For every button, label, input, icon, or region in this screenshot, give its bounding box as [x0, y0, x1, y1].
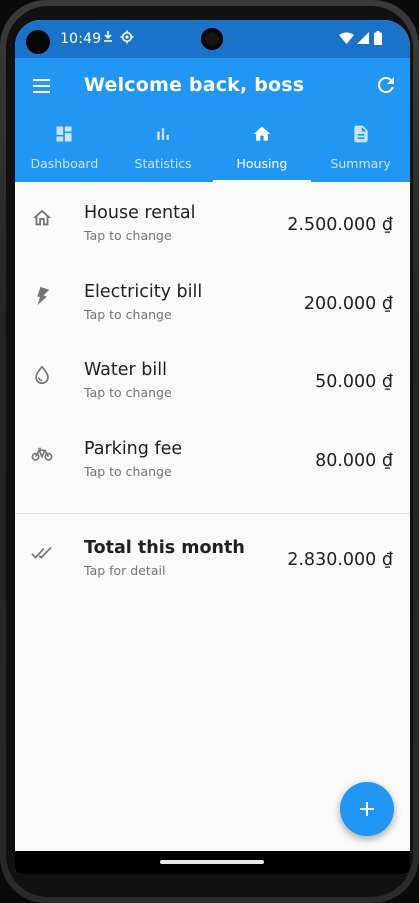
tab-housing[interactable]: Housing	[212, 120, 312, 182]
bar-chart-icon	[157, 128, 169, 140]
app-title: Welcome back, boss	[84, 74, 305, 96]
double-check-icon	[31, 546, 52, 559]
document-icon	[353, 125, 368, 143]
tab-label: Dashboard	[30, 156, 99, 171]
notification-icon	[104, 31, 112, 42]
tab-statistics[interactable]: Statistics	[114, 120, 213, 182]
list-item-electricity-bill[interactable]: Electricity bill Tap to change 200.000 ₫	[15, 261, 410, 340]
status-time: 10:49	[60, 31, 102, 47]
list-item-house-rental[interactable]: House rental Tap to change 2.500.000 ₫	[15, 182, 410, 261]
list-divider	[15, 513, 410, 514]
list-item-total[interactable]: Total this month Tap for detail 2.830.00…	[15, 517, 410, 595]
app-bar: Welcome back, boss Dashboard Statistics	[15, 58, 410, 182]
tab-label: Housing	[236, 156, 288, 171]
refresh-icon[interactable]	[374, 73, 398, 97]
item-title: Water bill	[84, 360, 167, 381]
item-title: House rental	[84, 203, 196, 223]
screen: 10:49 Welcome back, boss Dashboard Stati…	[15, 20, 410, 874]
wifi-icon	[339, 32, 354, 44]
battery-icon	[374, 31, 382, 45]
add-button[interactable]	[340, 782, 394, 836]
tab-label: Statistics	[134, 156, 192, 171]
tab-label: Summary	[330, 156, 391, 171]
signal-icon	[357, 32, 369, 44]
item-amount: 80.000 ₫	[315, 450, 393, 471]
bolt-icon	[37, 286, 50, 305]
home-icon	[253, 126, 271, 141]
bicycle-icon	[31, 447, 53, 461]
expense-list: House rental Tap to change 2.500.000 ₫ E…	[15, 182, 410, 578]
total-subtitle: Tap for detail	[84, 563, 166, 578]
tab-dashboard[interactable]: Dashboard	[15, 120, 114, 182]
front-camera	[201, 28, 223, 50]
item-title: Electricity bill	[84, 281, 203, 302]
item-subtitle: Tap to change	[84, 385, 172, 401]
water-drop-icon	[35, 365, 49, 385]
item-subtitle: Tap to change	[84, 306, 172, 322]
settings-icon	[120, 30, 134, 44]
house-icon	[32, 209, 52, 226]
status-bar: 10:49	[15, 20, 410, 58]
item-amount: 2.500.000 ₫	[287, 215, 393, 235]
navigation-bar	[15, 851, 410, 874]
tab-bar: Dashboard Statistics Housing Summary	[15, 120, 410, 182]
dashboard-icon	[56, 126, 72, 142]
menu-button[interactable]	[31, 74, 55, 98]
list-item-parking-fee[interactable]: Parking fee Tap to change 80.000 ₫	[15, 418, 410, 497]
item-subtitle: Tap to change	[84, 228, 172, 243]
home-handle[interactable]	[160, 860, 264, 864]
item-title: Parking fee	[84, 438, 183, 459]
item-amount: 50.000 ₫	[315, 372, 393, 393]
tab-summary[interactable]: Summary	[311, 120, 410, 182]
total-amount: 2.830.000 ₫	[287, 550, 393, 570]
item-subtitle: Tap to change	[84, 463, 172, 479]
total-title: Total this month	[84, 538, 245, 558]
item-amount: 200.000 ₫	[303, 293, 393, 314]
camera-cutout	[26, 30, 50, 54]
list-item-water-bill[interactable]: Water bill Tap to change 50.000 ₫	[15, 339, 410, 418]
